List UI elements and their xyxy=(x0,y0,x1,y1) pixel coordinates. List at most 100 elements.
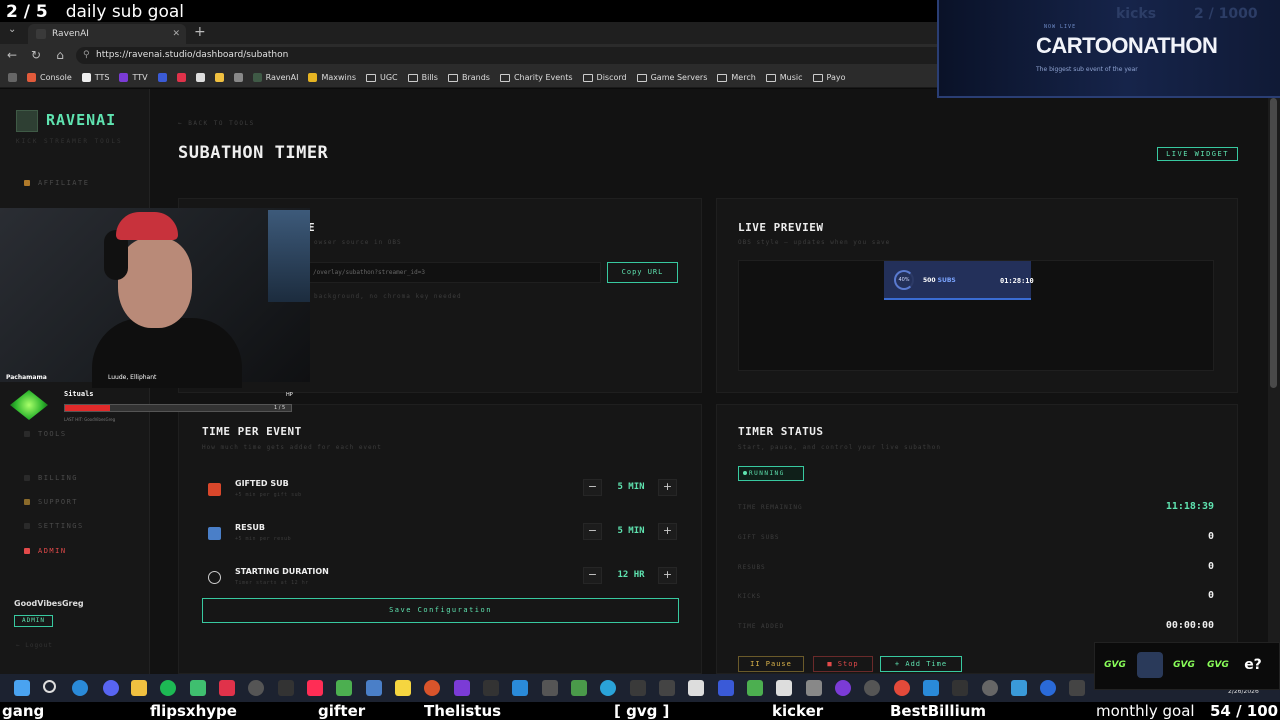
sidebar-username: GoodVibesGreg xyxy=(14,599,84,608)
bookmark-game-servers[interactable]: Game Servers xyxy=(636,73,707,82)
app-icon[interactable] xyxy=(278,680,294,696)
save-configuration-button[interactable]: Save Configuration xyxy=(202,598,679,623)
telegram-icon[interactable] xyxy=(600,680,616,696)
search-icon[interactable] xyxy=(43,680,56,693)
sidebar-item-tools[interactable]: TOOLS xyxy=(24,430,67,438)
tts-icon xyxy=(81,73,91,82)
start-windows-icon[interactable] xyxy=(14,680,30,696)
app-icon[interactable] xyxy=(483,680,499,696)
app-icon[interactable] xyxy=(336,680,352,696)
live-widget-button[interactable]: LIVE WIDGET xyxy=(1157,147,1238,161)
decrement-button[interactable]: − xyxy=(583,523,602,540)
chrome-icon[interactable] xyxy=(894,680,910,696)
bookmark-ttv[interactable]: TTV xyxy=(119,73,148,82)
app-icon[interactable] xyxy=(747,680,763,696)
app-icon[interactable] xyxy=(424,680,440,696)
spotify-icon[interactable] xyxy=(160,680,176,696)
app-icon[interactable] xyxy=(835,680,851,696)
app-icon[interactable] xyxy=(630,680,646,696)
discord-icon[interactable] xyxy=(103,680,119,696)
bookmark-brands[interactable]: Brands xyxy=(447,73,490,82)
bookmark-music[interactable]: Music xyxy=(765,73,803,82)
decrement-button[interactable]: − xyxy=(583,479,602,496)
add-time-button[interactable]: + Add Time xyxy=(880,656,962,672)
app-icon[interactable] xyxy=(1040,680,1056,696)
sidebar-item-admin[interactable]: ADMIN xyxy=(24,547,67,555)
browser-tab[interactable]: RavenAI ✕ xyxy=(28,24,186,44)
new-tab-plus-icon[interactable]: + xyxy=(194,24,206,40)
app-icon[interactable] xyxy=(1069,680,1085,696)
reload-icon[interactable]: ↻ xyxy=(28,47,44,63)
obs-icon[interactable] xyxy=(864,680,880,696)
close-tab-icon[interactable]: ✕ xyxy=(172,29,180,39)
bookmark-ugc[interactable]: UGC xyxy=(365,73,398,82)
stop-button[interactable]: ■ Stop xyxy=(813,656,873,672)
home-icon[interactable]: ⌂ xyxy=(52,47,68,63)
app-icon[interactable] xyxy=(1011,680,1027,696)
sidebar-item-settings[interactable]: SETTINGS xyxy=(24,522,84,530)
tools-icon xyxy=(24,431,30,437)
document-icon[interactable] xyxy=(688,680,704,696)
bookmark-label: Bills xyxy=(421,73,438,82)
address-bar[interactable]: ⚲ https://ravenai.studio/dashboard/subath… xyxy=(76,47,946,64)
bookmark-ravenai[interactable]: RavenAI xyxy=(252,73,298,82)
hp-last-hit: LAST HIT: GoodVibesGreg xyxy=(64,417,116,422)
page-scrollbar-thumb[interactable] xyxy=(1270,98,1277,388)
sidebar-item-support[interactable]: SUPPORT xyxy=(24,498,78,506)
widget-timer: 01:28:10 xyxy=(1000,277,1034,285)
sidebar-item-affiliate[interactable]: AFFILIATE xyxy=(24,179,89,187)
site-icon xyxy=(176,73,186,82)
increment-button[interactable]: + xyxy=(658,567,677,584)
logout-link[interactable]: ← Logout xyxy=(16,642,53,649)
app-icon[interactable] xyxy=(248,680,264,696)
bookmark-tts[interactable]: TTS xyxy=(81,73,109,82)
bookmark-label: Payo xyxy=(826,73,846,82)
app-icon[interactable] xyxy=(395,680,411,696)
settings-gear-icon[interactable] xyxy=(982,680,998,696)
sidebar-item-label: BILLING xyxy=(38,474,79,482)
bookmark-bills[interactable]: Bills xyxy=(407,73,438,82)
bookmarks-bar-toggle[interactable] xyxy=(8,73,17,82)
bookmark-charity-events[interactable]: Charity Events xyxy=(499,73,573,82)
bookmark-discord[interactable]: Discord xyxy=(582,73,627,82)
overlay-url-field[interactable]: /overlay/subathon?streamer_id=3 xyxy=(308,262,601,283)
app-icon[interactable] xyxy=(190,680,206,696)
app-icon[interactable] xyxy=(542,680,558,696)
vscode-icon[interactable] xyxy=(923,680,939,696)
terminal-icon[interactable] xyxy=(952,680,968,696)
increment-button[interactable]: + xyxy=(658,523,677,540)
bookmark-icon-3[interactable] xyxy=(195,73,205,82)
edge-icon[interactable] xyxy=(72,680,88,696)
app-icon[interactable] xyxy=(571,680,587,696)
sidebar-item-billing[interactable]: BILLING xyxy=(24,474,78,482)
increment-button[interactable]: + xyxy=(658,479,677,496)
bookmark-icon-2[interactable] xyxy=(176,73,186,82)
bookmark-payo[interactable]: Payo xyxy=(812,73,846,82)
red-cap xyxy=(116,212,178,240)
tab-list-chevron-icon[interactable]: ⌄ xyxy=(8,24,16,35)
tiktok-icon[interactable] xyxy=(307,680,323,696)
site-info-icon[interactable]: ⚲ xyxy=(83,47,90,64)
map-pin-icon[interactable] xyxy=(219,680,235,696)
app-icon[interactable] xyxy=(659,680,675,696)
bookmark-console[interactable]: Console xyxy=(27,73,72,82)
app-icon[interactable] xyxy=(718,680,734,696)
app-icon[interactable] xyxy=(454,680,470,696)
pause-button[interactable]: II Pause xyxy=(738,656,804,672)
hp-bar-name: Situals xyxy=(64,390,94,398)
app-icon[interactable] xyxy=(806,680,822,696)
app-icon[interactable] xyxy=(776,680,792,696)
bookmark-icon-1[interactable] xyxy=(157,73,167,82)
bookmark-maxwins[interactable]: Maxwins xyxy=(308,73,356,82)
steam-icon[interactable] xyxy=(366,680,382,696)
bookmark-merch[interactable]: Merch xyxy=(717,73,756,82)
back-to-tools-link[interactable]: ← BACK TO TOOLS xyxy=(178,120,255,127)
bookmark-icon-4[interactable] xyxy=(214,73,224,82)
sidebar-item-label: SETTINGS xyxy=(38,522,84,530)
bookmark-icon-5[interactable] xyxy=(233,73,243,82)
back-arrow-icon[interactable]: ← xyxy=(4,47,20,63)
file-explorer-icon[interactable] xyxy=(131,680,147,696)
decrement-button[interactable]: − xyxy=(583,567,602,584)
app-icon[interactable] xyxy=(512,680,528,696)
copy-url-button[interactable]: Copy URL xyxy=(607,262,678,283)
